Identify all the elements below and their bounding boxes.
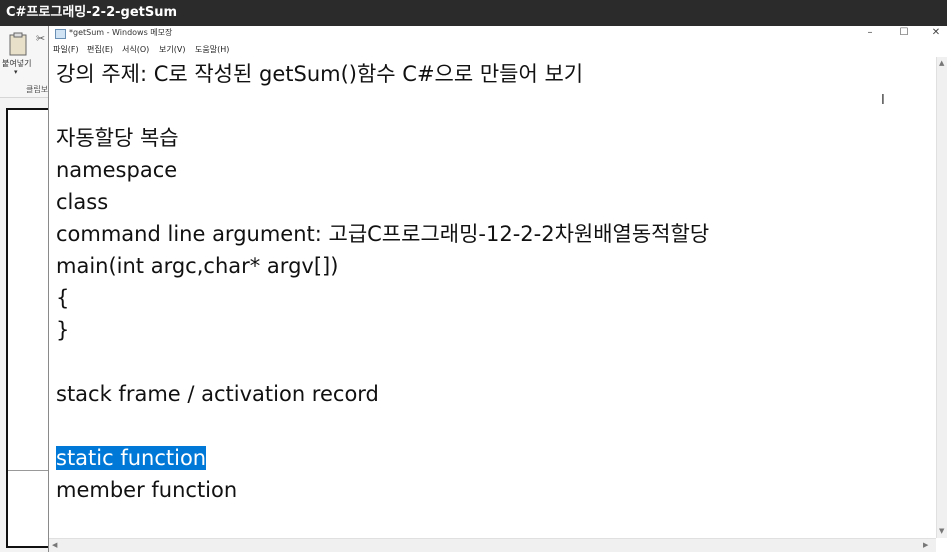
scroll-left-arrow-icon[interactable]: ◀ [52, 541, 57, 549]
menu-edit[interactable]: 편집(E) [87, 44, 113, 55]
vertical-scrollbar[interactable]: ▲ ▼ [936, 57, 947, 538]
clipboard-paste-icon[interactable] [8, 32, 28, 56]
text-editor[interactable]: 강의 주제: C로 작성된 getSum()함수 C#으로 만들어 보기 자동할… [49, 57, 936, 538]
menu-file[interactable]: 파일(F) [53, 44, 79, 55]
ibeam-cursor-icon: I [881, 93, 885, 108]
text-selection: static function [56, 446, 207, 470]
close-button[interactable]: ✕ [921, 26, 947, 42]
text-line: } [56, 318, 70, 342]
scroll-down-arrow-icon[interactable]: ▼ [939, 527, 944, 535]
text-line: member function [56, 478, 238, 502]
paste-dropdown-icon[interactable]: ▾ [14, 68, 18, 76]
notepad-window: *getSum - Windows 메모장 – ☐ ✕ 파일(F) 편집(E) … [48, 26, 947, 552]
text-line: stack frame / activation record [56, 382, 379, 406]
text-line: 강의 주제: C로 작성된 getSum()함수 C#으로 만들어 보기 [56, 62, 584, 86]
horizontal-scrollbar[interactable]: ◀ ▶ [49, 538, 936, 552]
scroll-up-arrow-icon[interactable]: ▲ [939, 59, 944, 67]
menu-format[interactable]: 서식(O) [122, 44, 149, 55]
text-line: 자동할당 복습 [56, 126, 179, 150]
text-line: class [56, 190, 109, 214]
clipboard-group-label: 클립보 [26, 85, 49, 94]
window-title: *getSum - Windows 메모장 [69, 28, 173, 37]
text-line-selected: static function [56, 444, 207, 472]
text-line: main(int argc,char* argv[]) [56, 254, 339, 278]
text-line: namespace [56, 158, 178, 182]
notepad-icon [55, 29, 66, 39]
title-bar[interactable]: *getSum - Windows 메모장 – ☐ ✕ [49, 26, 947, 42]
menu-view[interactable]: 보기(V) [159, 44, 185, 55]
minimize-button[interactable]: – [855, 26, 885, 42]
menu-help[interactable]: 도움말(H) [195, 44, 229, 55]
scissors-icon[interactable]: ✂ [36, 32, 45, 45]
scroll-right-arrow-icon[interactable]: ▶ [923, 541, 928, 549]
video-title: C#프로그래밍-2-2-getSum [0, 0, 947, 26]
menu-bar: 파일(F) 편집(E) 서식(O) 보기(V) 도움말(H) [49, 42, 947, 57]
text-line: { [56, 286, 70, 310]
maximize-button[interactable]: ☐ [889, 26, 919, 42]
text-line: command line argument: 고급C프로그래밍-12-2-2차원… [56, 222, 710, 246]
